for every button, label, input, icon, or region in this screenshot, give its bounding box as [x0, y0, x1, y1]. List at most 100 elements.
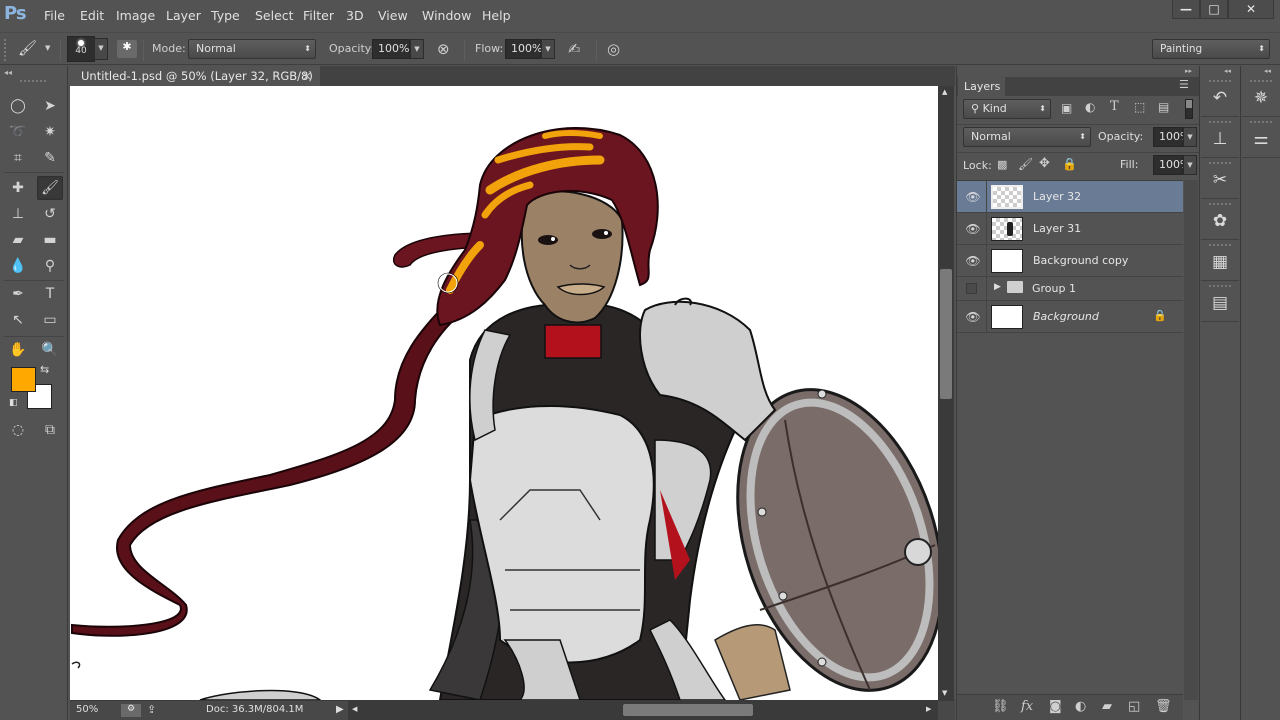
menu-view[interactable]: View	[378, 8, 408, 23]
mode-dropdown[interactable]: Normal ⬍	[188, 39, 316, 59]
visibility-eye-icon[interactable]: 👁	[963, 310, 983, 324]
fill-input[interactable]: 100%	[1153, 155, 1190, 175]
swatches-panel-button[interactable]: ▦	[1201, 241, 1239, 281]
expand-column-2-icon[interactable]: ◂◂	[1264, 67, 1271, 75]
new-layer-icon[interactable]: ◱	[1128, 699, 1140, 714]
brush-icon[interactable]: 🖌	[37, 176, 63, 200]
scroll-up-arrow[interactable]: ▲	[942, 88, 947, 96]
menu-select[interactable]: Select	[255, 8, 294, 23]
menu-3d[interactable]: 3D	[346, 8, 364, 23]
layers-tab[interactable]: Layers	[958, 77, 1005, 96]
screen-mode-icon[interactable]: ⧉	[37, 418, 63, 442]
delete-layer-icon[interactable]: 🗑	[1155, 699, 1172, 714]
menu-filter[interactable]: Filter	[303, 8, 334, 23]
layer-opacity-slider-button[interactable]: ▼	[1183, 127, 1197, 147]
lock-transparent-pixels-icon[interactable]: ▩	[997, 158, 1007, 171]
close-window-button[interactable]: ✕	[1228, 0, 1274, 19]
visibility-toggle-empty[interactable]	[966, 283, 977, 294]
adjustments-panel-button[interactable]: ⚌	[1242, 118, 1280, 158]
horizontal-scrollbar[interactable]: ◀ ▶	[348, 701, 938, 720]
layer-row[interactable]: 👁 Background 🔒	[957, 301, 1183, 333]
type-icon[interactable]: T	[37, 282, 63, 306]
filter-adjustment-icon[interactable]: ◐	[1085, 100, 1095, 114]
menu-edit[interactable]: Edit	[80, 8, 104, 23]
expand-panels-icon[interactable]: ▸▸	[1185, 67, 1192, 75]
maximize-button[interactable]: □	[1200, 0, 1228, 19]
menu-file[interactable]: File	[44, 8, 65, 23]
zoom-icon[interactable]: 🔍	[37, 338, 63, 362]
crop-icon[interactable]: ⌗	[5, 146, 31, 170]
tool-presets-panel-button[interactable]: ✂	[1201, 159, 1239, 199]
healing-brush-icon[interactable]: ✚	[5, 176, 31, 200]
filter-kind-dropdown[interactable]: ⚲ Kind ⬍	[963, 99, 1051, 119]
menu-help[interactable]: Help	[482, 8, 511, 23]
expand-column-icon[interactable]: ◂◂	[1224, 67, 1231, 75]
default-colors-icon[interactable]: ◧	[9, 398, 18, 408]
brush-presets-panel-button[interactable]: ✿	[1201, 200, 1239, 240]
expand-group-arrow-icon[interactable]: ▶	[994, 282, 1001, 292]
clone-stamp-icon[interactable]: ⊥	[5, 202, 31, 226]
filter-pixel-icon[interactable]: ▣	[1061, 101, 1072, 115]
clone-source-panel-button[interactable]: ⊥	[1201, 118, 1239, 158]
quick-mask-icon[interactable]: ◌	[5, 418, 31, 442]
magic-wand-icon[interactable]: ✷	[37, 120, 63, 144]
layer-opacity-input[interactable]: 100%	[1153, 127, 1190, 147]
scroll-left-arrow[interactable]: ◀	[352, 705, 357, 713]
eyedropper-icon[interactable]: ✎	[37, 146, 63, 170]
gradient-icon[interactable]: ▬	[37, 228, 63, 252]
flow-input[interactable]: 100%	[505, 39, 542, 59]
vertical-scrollbar[interactable]: ▲ ▼	[938, 86, 954, 700]
brush-size-picker[interactable]: 40	[67, 36, 95, 62]
blur-icon[interactable]: 💧	[5, 254, 31, 278]
blend-mode-dropdown[interactable]: Normal ⬍	[963, 127, 1091, 147]
document-tab[interactable]: Untitled-1.psd @ 50% (Layer 32, RGB/8) *…	[70, 66, 320, 103]
panel-menu-icon[interactable]: ☰	[1179, 78, 1189, 91]
menu-type[interactable]: Type	[211, 8, 240, 23]
brush-tool-preset-icon[interactable]: 🖌	[18, 39, 37, 57]
path-selection-icon[interactable]: ↖	[5, 308, 31, 332]
link-layers-icon[interactable]: ⛓	[992, 699, 1009, 714]
flow-slider-button[interactable]: ▼	[541, 39, 555, 59]
swap-colors-icon[interactable]: ⇆	[40, 363, 49, 376]
layer-row[interactable]: 👁 Layer 32	[957, 181, 1183, 213]
fill-slider-button[interactable]: ▼	[1183, 155, 1197, 175]
work-group-icon[interactable]: ⚙	[121, 704, 141, 717]
rectangle-icon[interactable]: ▭	[37, 308, 63, 332]
menu-image[interactable]: Image	[116, 8, 155, 23]
new-adjustment-layer-icon[interactable]: ◐	[1075, 699, 1086, 714]
filter-smart-object-icon[interactable]: ▤	[1158, 100, 1169, 114]
visibility-eye-icon[interactable]: 👁	[963, 190, 983, 204]
paragraph-panel-button[interactable]: ▤	[1201, 282, 1239, 322]
scroll-right-arrow[interactable]: ▶	[926, 705, 931, 713]
pen-icon[interactable]: ✒	[5, 282, 31, 306]
foreground-color-swatch[interactable]	[11, 367, 36, 392]
menu-layer[interactable]: Layer	[166, 8, 201, 23]
toolbar-grip[interactable]	[20, 80, 46, 82]
elliptical-marquee-icon[interactable]: ◯	[5, 94, 31, 118]
new-group-icon[interactable]: ▰	[1102, 699, 1112, 714]
airbrush-icon[interactable]: ✍	[568, 40, 581, 58]
filter-type-icon[interactable]: T	[1110, 99, 1119, 114]
pressure-opacity-icon[interactable]: ⊗	[437, 40, 450, 58]
layer-style-fx-icon[interactable]: fx	[1021, 699, 1033, 714]
tool-preset-dropdown-icon[interactable]: ▼	[45, 44, 50, 52]
navigator-panel-button[interactable]: ✵	[1242, 77, 1280, 117]
scroll-down-arrow[interactable]: ▼	[942, 689, 947, 697]
lock-position-icon[interactable]: ✥	[1039, 156, 1050, 171]
visibility-eye-icon[interactable]: 👁	[963, 254, 983, 268]
workspace-switcher[interactable]: Painting ⬍	[1152, 39, 1270, 59]
history-panel-button[interactable]: ↶	[1201, 77, 1239, 117]
layers-scrollbar[interactable]	[1184, 180, 1198, 700]
vertical-scroll-thumb[interactable]	[940, 269, 952, 399]
eraser-icon[interactable]: ▰	[5, 228, 31, 252]
options-bar-grip[interactable]	[4, 39, 7, 61]
opacity-input[interactable]: 100%	[372, 39, 410, 59]
status-menu-arrow[interactable]: ▶	[336, 704, 344, 715]
move-icon[interactable]: ➤	[37, 94, 63, 118]
add-mask-icon[interactable]: ◙	[1049, 699, 1062, 714]
collapse-toolbar-icon[interactable]: ◂◂	[4, 68, 12, 77]
close-document-icon[interactable]: ×	[302, 66, 312, 86]
menu-window[interactable]: Window	[422, 8, 471, 23]
minimize-button[interactable]: —	[1172, 0, 1200, 19]
filter-shape-icon[interactable]: ⬚	[1134, 100, 1145, 114]
